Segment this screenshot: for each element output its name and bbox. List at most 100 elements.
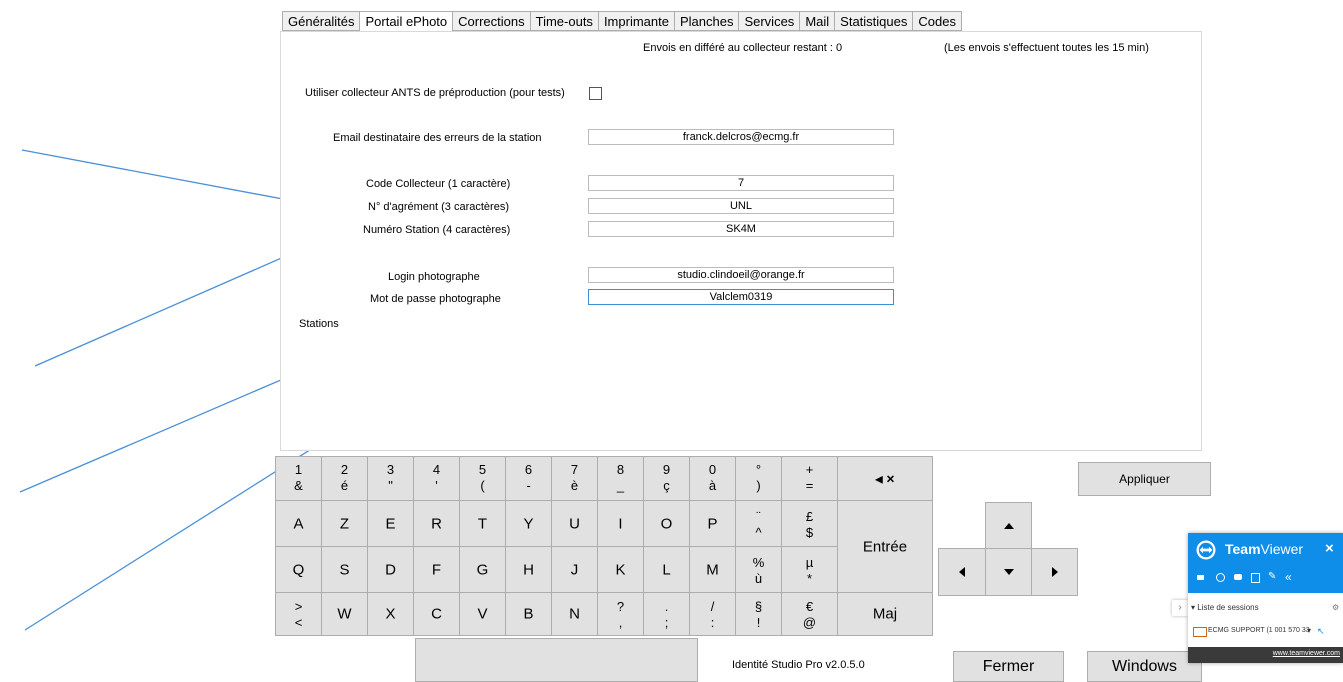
connect-icon[interactable]: ↖ (1317, 626, 1325, 637)
password-field[interactable]: Valclem0319 (588, 289, 894, 305)
tab-mail[interactable]: Mail (799, 11, 835, 31)
key-char: S (339, 561, 350, 578)
chat-icon[interactable] (1234, 574, 1242, 580)
key-v[interactable]: V (459, 592, 506, 636)
key-char: I (618, 515, 623, 532)
key-b[interactable]: B (505, 592, 552, 636)
key-c[interactable]: C (413, 592, 460, 636)
login-field[interactable]: studio.clindoeil@orange.fr (588, 267, 894, 283)
space-key[interactable] (415, 638, 698, 682)
tab-codes[interactable]: Codes (912, 11, 962, 31)
key-1[interactable]: 1 & (275, 456, 322, 501)
key-o[interactable]: O (643, 500, 690, 547)
apply-button[interactable]: Appliquer (1078, 462, 1211, 496)
key-i[interactable]: I (597, 500, 644, 547)
key-3[interactable]: 3 " (367, 456, 414, 501)
key-char: Z (339, 515, 350, 532)
key-period[interactable]: .; (643, 592, 690, 636)
email-field[interactable]: franck.delcros@ecmg.fr (588, 129, 894, 145)
key-4[interactable]: 4 ' (413, 456, 460, 501)
key-f[interactable]: F (413, 546, 460, 593)
key-dollar[interactable]: £ $ (781, 500, 838, 547)
key-bottom-char: * (806, 571, 813, 586)
pen-icon[interactable]: ✎ (1268, 571, 1276, 582)
tab-planches[interactable]: Planches (673, 11, 739, 31)
key-bottom-char: ç (663, 478, 670, 493)
arrow-down-key[interactable] (985, 548, 1032, 596)
agrement-field[interactable]: UNL (588, 198, 894, 214)
key-bottom-char: " (388, 478, 393, 493)
key-u[interactable]: U (551, 500, 598, 547)
key-0[interactable]: 0à (689, 456, 736, 501)
key-5[interactable]: 5( (459, 456, 506, 501)
collapse-icon[interactable]: « (1285, 570, 1292, 584)
key-slash[interactable]: /: (689, 592, 736, 636)
windows-button[interactable]: Windows (1087, 651, 1202, 682)
key-6[interactable]: 6- (505, 456, 552, 501)
tab-statistiques[interactable]: Statistiques (834, 11, 913, 31)
teamviewer-link[interactable]: www.teamviewer.com (1273, 650, 1340, 657)
station-field[interactable]: SK4M (588, 221, 894, 237)
key-a[interactable]: A (275, 500, 322, 547)
key-degree[interactable]: °) (735, 456, 782, 501)
session-dropdown-icon[interactable]: ▾ (1307, 626, 1311, 635)
key-q[interactable]: Q (275, 546, 322, 593)
key-star[interactable]: µ * (781, 546, 838, 593)
headset-icon[interactable] (1216, 573, 1225, 582)
key-n[interactable]: N (551, 592, 598, 636)
arrow-up-key[interactable] (985, 502, 1032, 549)
key-z[interactable]: Z (321, 500, 368, 547)
key-h[interactable]: H (505, 546, 552, 593)
sessions-list-label[interactable]: ▾ Liste de sessions (1191, 603, 1259, 612)
expand-chevron-icon[interactable]: › (1172, 600, 1188, 616)
files-icon[interactable] (1251, 573, 1260, 583)
key-t[interactable]: T (459, 500, 506, 547)
teamviewer-close-icon[interactable]: × (1325, 540, 1334, 557)
video-icon[interactable] (1197, 575, 1204, 580)
tab-corrections[interactable]: Corrections (452, 11, 530, 31)
backspace-key[interactable]: ◂ × (837, 456, 933, 501)
key-j[interactable]: J (551, 546, 598, 593)
key-section[interactable]: §! (735, 592, 782, 636)
key-euro[interactable]: € @ (781, 592, 838, 636)
key-top-char: § (754, 599, 763, 614)
key-p[interactable]: P (689, 500, 736, 547)
ants-checkbox[interactable] (589, 87, 602, 100)
close-button[interactable]: Fermer (953, 651, 1064, 682)
key-8[interactable]: 8 _ (597, 456, 644, 501)
tab-services[interactable]: Services (738, 11, 800, 31)
key-e[interactable]: E (367, 500, 414, 547)
tab-portail-ephoto[interactable]: Portail ePhoto (359, 11, 453, 32)
key-y[interactable]: Y (505, 500, 552, 547)
key-2[interactable]: 2é (321, 456, 368, 501)
key-r[interactable]: R (413, 500, 460, 547)
key-bottom-char: ) (756, 478, 761, 493)
key-d[interactable]: D (367, 546, 414, 593)
key-k[interactable]: K (597, 546, 644, 593)
key-w[interactable]: W (321, 592, 368, 636)
key-s[interactable]: S (321, 546, 368, 593)
shift-key[interactable]: Maj (837, 592, 933, 636)
virtual-keyboard: 1 & 2é 3 " 4 ' 5( 6- 7è 8 _ 9ç 0à °) + = ◂ × … (275, 456, 933, 636)
enter-key[interactable]: Entrée (837, 500, 933, 593)
settings-gear-icon[interactable]: ⚙ (1332, 603, 1339, 612)
key-u-grave[interactable]: % ù (735, 546, 782, 593)
key-m[interactable]: M (689, 546, 736, 593)
session-item[interactable]: ECMG SUPPORT (1 001 570 33 (1208, 627, 1310, 634)
key-l[interactable]: L (643, 546, 690, 593)
key-x[interactable]: X (367, 592, 414, 636)
key-7[interactable]: 7è (551, 456, 598, 501)
key-plus[interactable]: + = (781, 456, 838, 501)
tab-generalites[interactable]: Généralités (282, 11, 360, 31)
key-g[interactable]: G (459, 546, 506, 593)
arrow-right-key[interactable] (1031, 548, 1078, 596)
arrow-left-key[interactable] (938, 548, 986, 596)
tab-time-outs[interactable]: Time-outs (529, 11, 598, 31)
key-9[interactable]: 9ç (643, 456, 690, 501)
key-top-char: µ (805, 555, 814, 570)
tab-imprimante[interactable]: Imprimante (597, 11, 674, 31)
key-circumflex[interactable]: ¨ ^ (735, 500, 782, 547)
key-angle-brackets[interactable]: > < (275, 592, 322, 636)
code-collecteur-field[interactable]: 7 (588, 175, 894, 191)
key-question[interactable]: ?, (597, 592, 644, 636)
